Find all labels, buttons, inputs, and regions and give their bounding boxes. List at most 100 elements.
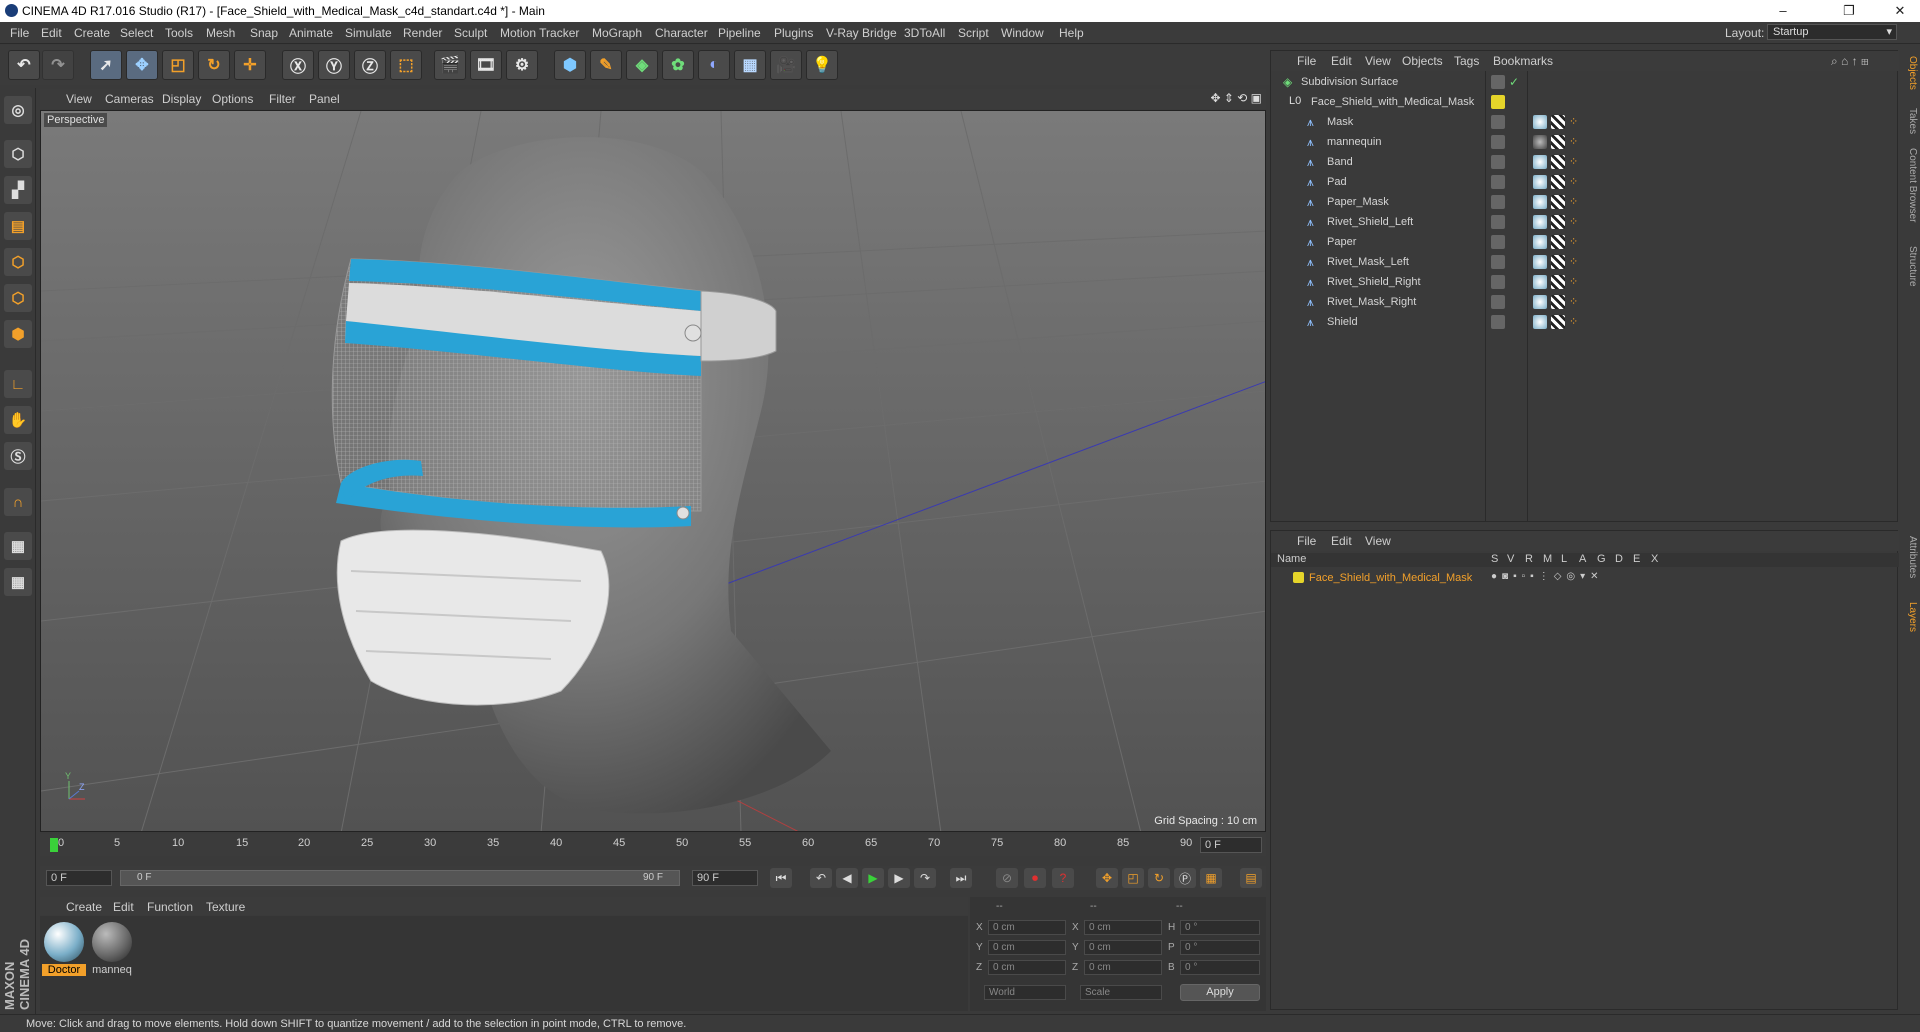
- object-row[interactable]: ⩚ Rivet_Mask_Left ⁘: [1271, 253, 1899, 273]
- phong-tag-icon[interactable]: ⁘: [1569, 215, 1578, 228]
- previous-frame-button[interactable]: ◀: [836, 868, 858, 888]
- menu-motion-tracker[interactable]: Motion Tracker: [500, 26, 579, 40]
- visibility-toggle[interactable]: [1491, 215, 1505, 229]
- menu-mograph[interactable]: MoGraph: [592, 26, 642, 40]
- texture-tag-icon[interactable]: [1551, 235, 1565, 249]
- object-row[interactable]: ⩚ Paper ⁘: [1271, 233, 1899, 253]
- solo-mode-icon[interactable]: Ⓢ: [4, 442, 32, 470]
- current-frame-field[interactable]: 0 F: [1200, 837, 1262, 853]
- material-tag-icon[interactable]: [1533, 195, 1547, 209]
- visibility-toggle[interactable]: [1491, 315, 1505, 329]
- material-tag-icon[interactable]: [1533, 115, 1547, 129]
- menu-mesh[interactable]: Mesh: [206, 26, 235, 40]
- menu-file[interactable]: File: [10, 26, 29, 40]
- y-axis-lock-button[interactable]: Ⓨ: [318, 50, 350, 80]
- visibility-toggle[interactable]: [1491, 175, 1505, 189]
- object-row[interactable]: ⩚ Paper_Mask ⁘: [1271, 193, 1899, 213]
- end-frame-field[interactable]: 90 F: [692, 870, 758, 886]
- move-tool-button[interactable]: ✥: [126, 50, 158, 80]
- material-mannequin[interactable]: manneq: [90, 922, 134, 976]
- menu-vray-bridge[interactable]: V-Ray Bridge: [826, 26, 897, 40]
- start-frame-field[interactable]: 0 F: [46, 870, 112, 886]
- layer-row[interactable]: Face_Shield_with_Medical_Mask ●◙▪▫▪⋮◇◎▾✕: [1271, 569, 1899, 589]
- layer-menu-edit[interactable]: Edit: [1331, 534, 1352, 548]
- coordinate-system-button[interactable]: ⬚: [390, 50, 422, 80]
- tab-objects[interactable]: Objects: [1902, 56, 1918, 90]
- object-menu-edit[interactable]: Edit: [1331, 54, 1352, 68]
- texture-mode-icon[interactable]: ▞: [4, 176, 32, 204]
- menu-script[interactable]: Script: [958, 26, 989, 40]
- timeline-window-button[interactable]: ▤: [1240, 868, 1262, 888]
- phong-tag-icon[interactable]: ⁘: [1569, 315, 1578, 328]
- key-scale-button[interactable]: ◰: [1122, 868, 1144, 888]
- render-view-button[interactable]: 🎬: [434, 50, 466, 80]
- texture-tag-icon[interactable]: [1551, 135, 1565, 149]
- grid-snap-icon[interactable]: ▦: [4, 568, 32, 596]
- layout-select[interactable]: Startup ▾: [1767, 24, 1897, 40]
- viewport-menu-panel[interactable]: Panel: [309, 92, 340, 106]
- material-menu-texture[interactable]: Texture: [206, 900, 245, 914]
- grid-lock-icon[interactable]: ▦: [4, 532, 32, 560]
- object-row[interactable]: ◈ Subdivision Surface ✓: [1271, 73, 1899, 93]
- visibility-toggle[interactable]: [1491, 75, 1505, 89]
- menu-pipeline[interactable]: Pipeline: [718, 26, 761, 40]
- cube-object-button[interactable]: ⬢: [554, 50, 586, 80]
- edges-mode-icon[interactable]: ⬡: [4, 284, 32, 312]
- polygons-mode-icon[interactable]: ⬢: [4, 320, 32, 348]
- select-tool-button[interactable]: ➚: [90, 50, 122, 80]
- object-menu-objects[interactable]: Objects: [1402, 54, 1443, 68]
- key-parameter-button[interactable]: Ⓟ: [1174, 868, 1196, 888]
- mograph-cloner-button[interactable]: ✿: [662, 50, 694, 80]
- object-row[interactable]: ⩚ Rivet_Shield_Right ⁘: [1271, 273, 1899, 293]
- menu-3dtoall[interactable]: 3DToAll: [904, 26, 945, 40]
- object-row[interactable]: ⩚ Shield ⁘: [1271, 313, 1899, 333]
- viewport-nav-icons[interactable]: ✥ ⇕ ⟲ ▣: [1210, 91, 1262, 105]
- transform-tool-button[interactable]: ✛: [234, 50, 266, 80]
- phong-tag-icon[interactable]: ⁘: [1569, 155, 1578, 168]
- visibility-toggle[interactable]: [1491, 115, 1505, 129]
- visibility-toggle[interactable]: [1491, 155, 1505, 169]
- phong-tag-icon[interactable]: ⁘: [1569, 235, 1578, 248]
- object-row[interactable]: ⩚ Pad ⁘: [1271, 173, 1899, 193]
- key-rotation-button[interactable]: ↻: [1148, 868, 1170, 888]
- magnet-snap-icon[interactable]: ∩: [4, 488, 32, 516]
- camera-button[interactable]: 🎥: [770, 50, 802, 80]
- phong-tag-icon[interactable]: ⁘: [1569, 295, 1578, 308]
- texture-tag-icon[interactable]: [1551, 295, 1565, 309]
- menu-character[interactable]: Character: [655, 26, 708, 40]
- layer-menu-file[interactable]: File: [1297, 534, 1316, 548]
- object-menu-view[interactable]: View: [1365, 54, 1391, 68]
- menu-snap[interactable]: Snap: [250, 26, 278, 40]
- deformer-button[interactable]: ◐: [698, 50, 730, 80]
- go-to-end-button[interactable]: ⏭: [950, 868, 972, 888]
- material-tag-icon[interactable]: [1533, 255, 1547, 269]
- z-axis-lock-button[interactable]: Ⓩ: [354, 50, 386, 80]
- object-row[interactable]: ⩚ Rivet_Mask_Right ⁘: [1271, 293, 1899, 313]
- visibility-toggle[interactable]: [1491, 235, 1505, 249]
- search-icon[interactable]: ⌕ ⌂ ↑ ⊞: [1831, 54, 1869, 69]
- record-active-objects-button[interactable]: ⏺: [1024, 868, 1046, 888]
- rotation-p-field[interactable]: 0 °: [1180, 940, 1260, 955]
- texture-tag-icon[interactable]: [1551, 195, 1565, 209]
- object-row[interactable]: ⩚ Mask ⁘: [1271, 113, 1899, 133]
- material-tag-icon[interactable]: [1533, 235, 1547, 249]
- material-tag-icon[interactable]: [1533, 155, 1547, 169]
- tab-content-browser[interactable]: Content Browser: [1902, 148, 1918, 222]
- axis-mode-icon[interactable]: ∟: [4, 370, 32, 398]
- viewport-menu-view[interactable]: View: [66, 92, 92, 106]
- apply-button[interactable]: Apply: [1180, 984, 1260, 1001]
- object-row[interactable]: L0 Face_Shield_with_Medical_Mask: [1271, 93, 1899, 113]
- material-tag-icon[interactable]: [1533, 295, 1547, 309]
- key-pla-button[interactable]: ▦: [1200, 868, 1222, 888]
- model-mode-icon[interactable]: ⬡: [4, 140, 32, 168]
- visibility-toggle[interactable]: [1491, 195, 1505, 209]
- visibility-toggle[interactable]: [1491, 135, 1505, 149]
- go-to-start-button[interactable]: ⏮: [770, 868, 792, 888]
- next-frame-button[interactable]: ▶: [888, 868, 910, 888]
- material-tag-icon[interactable]: [1533, 315, 1547, 329]
- phong-tag-icon[interactable]: ⁘: [1569, 275, 1578, 288]
- position-y-field[interactable]: 0 cm: [988, 940, 1066, 955]
- phong-tag-icon[interactable]: ⁘: [1569, 195, 1578, 208]
- check-icon[interactable]: ✓: [1509, 75, 1519, 89]
- material-menu-function[interactable]: Function: [147, 900, 193, 914]
